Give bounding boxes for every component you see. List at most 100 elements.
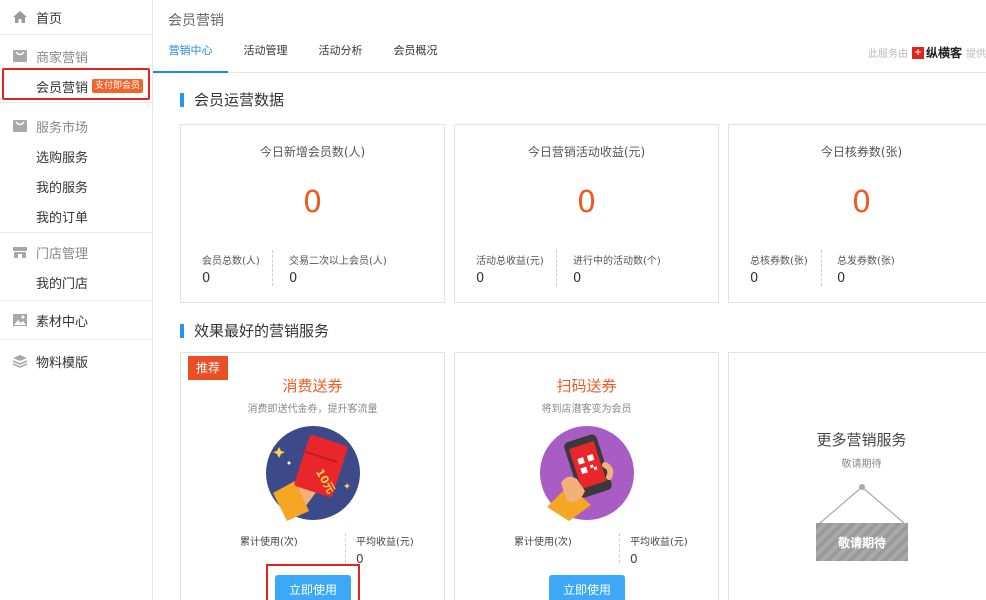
stat-sub-label: 活动总收益(元) <box>476 256 544 267</box>
store-icon <box>13 247 27 258</box>
stat-sub-label: 交易二次以上会员(人) <box>289 256 387 267</box>
stat-sub-label: 进行中的活动数(个) <box>573 256 661 267</box>
stat-sub-2: 交易二次以上会员(人) 0 <box>289 252 387 286</box>
service-card-more: 更多营销服务 敬请期待 敬请期待 <box>728 352 986 600</box>
tab-marketing-center[interactable]: 营销中心 <box>153 36 228 73</box>
phone-qr-illustration-icon <box>540 426 634 521</box>
red-envelope-illustration-icon: 10元 <box>266 426 360 521</box>
service-card-consume-coupon: 推荐 消费送券 消费即送代金券，提升客流量 10元 累计使用(次) 平均收益(元… <box>180 352 445 600</box>
service-stat-avg-revenue: 平均收益(元) 0 <box>356 533 414 566</box>
stat-card-marketing-revenue: 今日营销活动收益(元) 0 活动总收益(元) 0 进行中的活动数(个) 0 <box>454 124 719 303</box>
sidebar-item-home[interactable]: 首页 <box>0 0 152 34</box>
stat-divider <box>821 250 822 286</box>
sidebar-item-label: 我的门店 <box>36 276 89 292</box>
sidebar-item-label: 我的订单 <box>36 210 89 226</box>
section-title-best-services: 效果最好的营销服务 <box>180 320 329 341</box>
stat-card-new-members: 今日新增会员数(人) 0 会员总数(人) 0 交易二次以上会员(人) 0 <box>180 124 445 303</box>
sidebar-head-label: 商家营销 <box>36 50 89 66</box>
sidebar-item-my-service[interactable]: 我的服务 <box>0 171 152 201</box>
service-desc: 将到店潜客变为会员 <box>541 404 632 415</box>
tab-member-overview[interactable]: 会员概况 <box>378 36 453 73</box>
stat-sub-2: 进行中的活动数(个) 0 <box>573 252 661 286</box>
tab-bar: 营销中心 活动管理 活动分析 会员概况 <box>153 36 453 73</box>
sidebar-item-label: 我的服务 <box>36 180 89 196</box>
shop-bag-icon <box>13 120 27 132</box>
stat-sub-2: 总发券数(张) 0 <box>837 252 895 286</box>
sidebar: 首页 商家营销 会员营销 支付即会员 服务市场 选购服务 我的服务 我的订单 门… <box>0 0 153 600</box>
sidebar-item-material-template[interactable]: 物料模版 <box>0 346 152 376</box>
stat-sub-1: 会员总数(人) 0 <box>202 252 260 286</box>
stat-value: 0 <box>302 185 323 220</box>
tab-activity-analysis[interactable]: 活动分析 <box>303 36 378 73</box>
service-stat-label: 累计使用(次) <box>514 537 572 548</box>
page-title: 会员营销 <box>168 13 224 29</box>
bag-icon <box>13 50 27 62</box>
stat-divider <box>556 250 557 286</box>
service-stat-value: 0 <box>630 552 638 566</box>
service-title: 扫码送券 <box>556 377 617 395</box>
stat-sub-value: 0 <box>476 271 485 286</box>
stat-sub-1: 活动总收益(元) 0 <box>476 252 544 286</box>
stat-sub-label: 总发券数(张) <box>837 256 895 267</box>
sidebar-item-label: 首页 <box>36 11 63 27</box>
sign-text: 敬请期待 <box>837 535 886 550</box>
sidebar-head-store[interactable]: 门店管理 <box>0 237 152 267</box>
stat-value: 0 <box>576 185 597 220</box>
home-icon <box>13 11 27 23</box>
service-stat-usage: 累计使用(次) <box>514 533 572 552</box>
hanging-sign-icon: 敬请期待 <box>816 484 908 561</box>
sidebar-head-merchant[interactable]: 商家营销 <box>0 41 152 71</box>
brand-logo-icon: + <box>911 46 924 59</box>
service-desc: 消费即送代金券，提升客流量 <box>247 404 378 415</box>
sidebar-item-label: 选购服务 <box>36 150 89 166</box>
image-icon <box>13 314 27 326</box>
stat-title: 今日核券数(张) <box>820 145 903 159</box>
use-now-button[interactable]: 立即使用 <box>549 575 625 600</box>
sidebar-item-material-center[interactable]: 素材中心 <box>0 305 152 335</box>
service-stat-value: 0 <box>356 552 364 566</box>
section-title-ops-data: 会员运营数据 <box>180 89 284 110</box>
stat-value: 0 <box>851 185 872 220</box>
service-card-scan-coupon: 扫码送券 将到店潜客变为会员 累计使用(次) 平均收益(元) 0 立即使用 <box>454 352 719 600</box>
layers-icon <box>12 355 28 368</box>
stat-card-coupons-verified: 今日核券数(张) 0 总核券数(张) 0 总发券数(张) 0 <box>728 124 986 303</box>
sidebar-group-store: 门店管理 我的门店 <box>0 233 152 301</box>
sidebar-head-label: 服务市场 <box>36 120 89 136</box>
sidebar-item-my-store[interactable]: 我的门店 <box>0 267 152 297</box>
service-title: 消费送券 <box>282 377 343 395</box>
sidebar-item-label: 素材中心 <box>36 314 89 330</box>
provider-prefix: 此服务由 <box>867 49 908 60</box>
sidebar-head-label: 门店管理 <box>36 246 89 262</box>
service-stat-usage: 累计使用(次) <box>240 533 298 552</box>
stat-sub-label: 会员总数(人) <box>202 256 260 267</box>
sidebar-group-home: 首页 <box>0 0 152 35</box>
sidebar-item-buy-service[interactable]: 选购服务 <box>0 141 152 171</box>
stat-divider <box>272 250 273 286</box>
header: 会员营销 营销中心 活动管理 活动分析 会员概况 此服务由 + 纵横客 提供 <box>153 0 986 73</box>
sidebar-group-service-market: 服务市场 选购服务 我的服务 我的订单 <box>0 103 152 233</box>
use-now-button[interactable]: 立即使用 <box>275 575 351 600</box>
service-stat-label: 累计使用(次) <box>240 537 298 548</box>
highlight-box-member-marketing <box>2 68 150 100</box>
sidebar-item-my-orders[interactable]: 我的订单 <box>0 201 152 231</box>
sidebar-group-template: 物料模版 <box>0 340 152 376</box>
service-stat-label: 平均收益(元) <box>630 537 688 548</box>
service-stat-label: 平均收益(元) <box>356 537 414 548</box>
stat-sub-value: 0 <box>837 271 846 286</box>
stat-sub-value: 0 <box>750 271 759 286</box>
service-stat-divider <box>345 533 346 563</box>
sidebar-group-material: 素材中心 <box>0 301 152 340</box>
sidebar-head-service-market[interactable]: 服务市场 <box>0 111 152 141</box>
stat-sub-value: 0 <box>289 271 298 286</box>
app: 首页 商家营销 会员营销 支付即会员 服务市场 选购服务 我的服务 我的订单 门… <box>0 0 986 600</box>
more-services-desc: 敬请期待 <box>841 459 882 470</box>
stat-title: 今日新增会员数(人) <box>259 145 366 159</box>
provider-info: 此服务由 + 纵横客 提供 <box>868 44 986 61</box>
service-stat-avg-revenue: 平均收益(元) 0 <box>630 533 688 566</box>
sidebar-item-label: 物料模版 <box>36 355 89 371</box>
more-services-title: 更多营销服务 <box>816 431 907 449</box>
stat-sub-label: 总核券数(张) <box>750 256 808 267</box>
provider-brand-name: 纵横客 <box>925 46 962 60</box>
service-stat-divider <box>619 533 620 563</box>
tab-activity-mgmt[interactable]: 活动管理 <box>228 36 303 73</box>
